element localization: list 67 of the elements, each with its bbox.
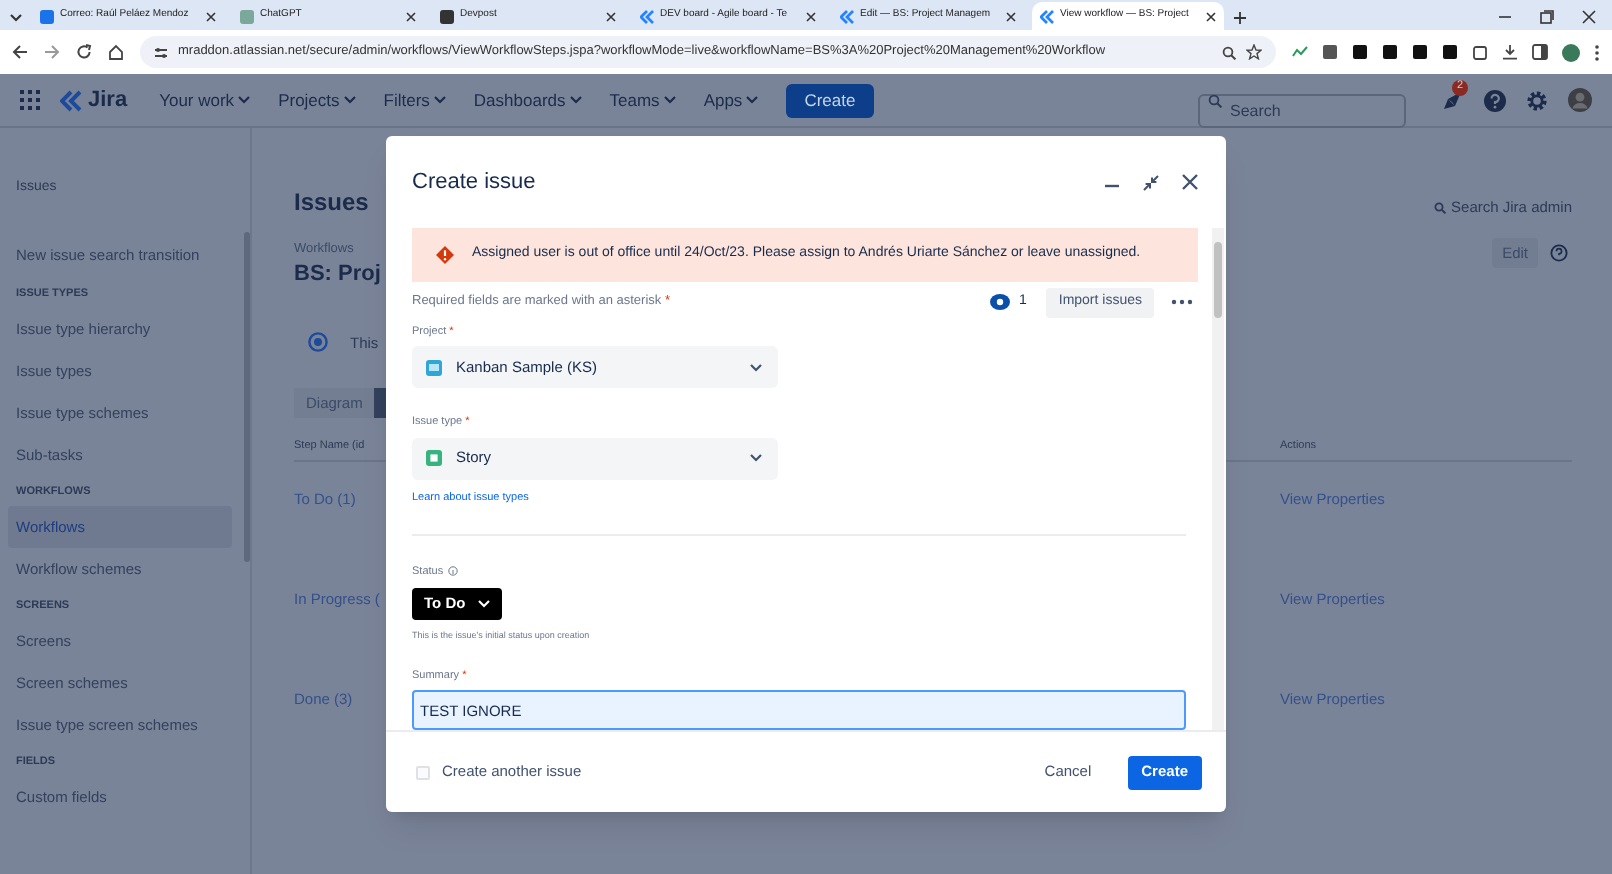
- help-icon[interactable]: [1550, 244, 1568, 263]
- scrollbar-thumb[interactable]: [1214, 242, 1222, 318]
- jira-logo-icon: [640, 9, 654, 23]
- story-icon: [426, 450, 442, 467]
- jira-logo-icon: [1040, 9, 1054, 23]
- workflow-title: BS: Proj: [294, 259, 381, 288]
- chart-extension-icon[interactable]: [1292, 44, 1308, 60]
- caret-icon: [746, 96, 759, 104]
- app-grid-icon[interactable]: [20, 90, 40, 110]
- site-icon: [40, 9, 54, 23]
- more-icon[interactable]: [1170, 298, 1194, 307]
- close-icon[interactable]: [1582, 9, 1596, 23]
- info-icon: [308, 332, 328, 353]
- search-field[interactable]: Search: [1198, 93, 1406, 127]
- home-icon[interactable]: [108, 44, 124, 60]
- close-icon[interactable]: [206, 11, 216, 21]
- jira-logo[interactable]: Jira: [60, 83, 128, 117]
- close-icon[interactable]: [406, 11, 416, 21]
- nav-menu-item[interactable]: Projects: [278, 87, 356, 113]
- create-button[interactable]: Create: [786, 83, 874, 117]
- forward-icon[interactable]: [44, 44, 60, 60]
- side-panel-icon[interactable]: [1532, 44, 1548, 60]
- nav-menu-item[interactable]: Filters: [383, 87, 446, 113]
- plus-icon[interactable]: [1232, 6, 1248, 30]
- more-icon[interactable]: [1594, 43, 1600, 61]
- close-icon[interactable]: [1206, 11, 1216, 21]
- caret-icon: [477, 600, 490, 608]
- caret-icon: [569, 96, 582, 104]
- reload-icon[interactable]: [76, 44, 92, 60]
- caret-icon: [238, 96, 251, 104]
- settings-icon[interactable]: [1526, 89, 1548, 111]
- nav-menu-item[interactable]: Your work: [159, 87, 251, 113]
- caret-icon: [750, 454, 762, 463]
- eye-icon: [990, 294, 1011, 311]
- download-icon[interactable]: [1502, 44, 1518, 60]
- search-icon: [1208, 93, 1222, 107]
- user-avatar-icon[interactable]: [1568, 88, 1592, 112]
- close-icon[interactable]: [606, 11, 616, 21]
- star-icon[interactable]: [1246, 44, 1262, 60]
- caret-icon: [750, 363, 762, 372]
- site-icon: [240, 9, 254, 23]
- notifications-icon[interactable]: [1442, 89, 1464, 111]
- help-icon[interactable]: [1484, 89, 1506, 111]
- close-icon[interactable]: [1182, 174, 1198, 190]
- jira-logo-icon: [840, 9, 854, 23]
- zoom-icon[interactable]: [1222, 45, 1236, 59]
- nav-menu-item[interactable]: Teams: [609, 87, 676, 113]
- close-icon[interactable]: [806, 11, 816, 21]
- error-icon: [436, 246, 454, 264]
- site-icon: [440, 9, 454, 23]
- caret-icon: [433, 96, 446, 104]
- caret-icon: [343, 96, 356, 104]
- search-icon: [1433, 201, 1446, 214]
- restore-icon[interactable]: [1540, 9, 1554, 23]
- project-avatar-icon: [426, 359, 442, 376]
- collapse-icon[interactable]: [1142, 173, 1160, 191]
- nav-menu-item[interactable]: Apps: [703, 87, 759, 113]
- page-heading: Issues: [294, 186, 371, 220]
- dialog-title: Create issue: [412, 167, 536, 198]
- site-settings-icon[interactable]: [154, 45, 168, 59]
- info-icon: [447, 566, 458, 577]
- nav-menu-item[interactable]: Dashboards: [473, 87, 582, 113]
- jira-logo-icon: [60, 89, 82, 111]
- caret-icon: [663, 96, 676, 104]
- profile-avatar-icon[interactable]: [1562, 43, 1580, 61]
- close-icon[interactable]: [1006, 11, 1016, 21]
- back-icon[interactable]: [12, 44, 28, 60]
